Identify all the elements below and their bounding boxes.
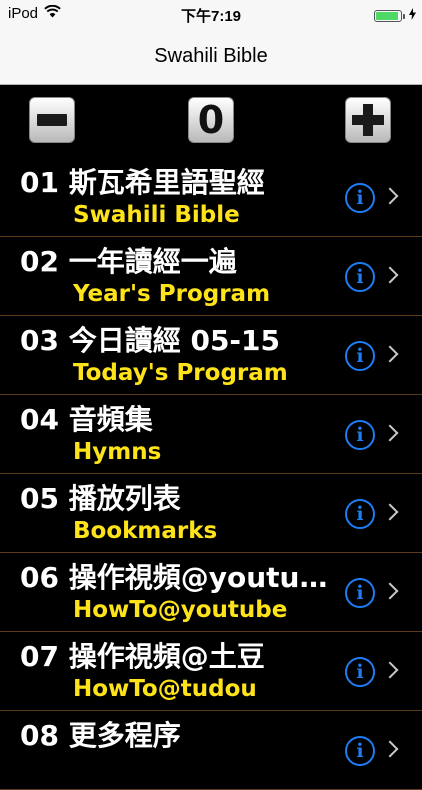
- list-item-subtitle: HowTo@tudou: [73, 676, 257, 702]
- list-item[interactable]: 02 一年讀經一遍 Year's Program i: [0, 237, 422, 316]
- list-item[interactable]: 01 斯瓦希里語聖經 Swahili Bible i: [0, 158, 422, 237]
- list-item-title: 05 播放列表: [20, 482, 181, 515]
- counter-display: 0: [188, 97, 234, 143]
- status-bar: iPod 下午7:19: [0, 0, 422, 28]
- chevron-right-icon: [381, 424, 399, 442]
- decrease-button[interactable]: [29, 97, 75, 143]
- list-item[interactable]: 03 今日讀經 05-15 Today's Program i: [0, 316, 422, 395]
- plus-icon: [352, 104, 384, 136]
- list-item-subtitle: Year's Program: [73, 281, 271, 307]
- info-icon[interactable]: i: [345, 420, 375, 450]
- chevron-right-icon: [381, 503, 399, 521]
- list-item[interactable]: 07 操作視頻@土豆 HowTo@tudou i: [0, 632, 422, 711]
- list-item-subtitle: Hymns: [73, 439, 162, 465]
- list-item-subtitle: Swahili Bible: [73, 202, 240, 228]
- list-item-title: 07 操作視頻@土豆: [20, 640, 265, 673]
- list-item-title: 08 更多程序: [20, 719, 181, 752]
- chevron-right-icon: [381, 266, 399, 284]
- list-item-title: 04 音頻集: [20, 403, 153, 436]
- list-item-title: 03 今日讀經 05-15: [20, 324, 281, 357]
- list-item-title: 06 操作視頻@youtube: [20, 561, 338, 594]
- list-item-subtitle: Today's Program: [73, 360, 288, 386]
- counter-value: 0: [197, 98, 225, 142]
- list-item-title: 02 一年讀經一遍: [20, 245, 237, 278]
- page-title: Swahili Bible: [154, 45, 268, 67]
- chevron-right-icon: [381, 661, 399, 679]
- info-icon[interactable]: i: [345, 657, 375, 687]
- chevron-right-icon: [381, 582, 399, 600]
- info-icon[interactable]: i: [345, 499, 375, 529]
- minus-icon: [37, 114, 67, 126]
- list-item-subtitle: Bookmarks: [73, 518, 218, 544]
- increase-button[interactable]: [345, 97, 391, 143]
- list-item-subtitle: HowTo@youtube: [73, 597, 288, 623]
- menu-list: 01 斯瓦希里語聖經 Swahili Bible i 02 一年讀經一遍 Yea…: [0, 158, 422, 790]
- navigation-bar: Swahili Bible: [0, 28, 422, 85]
- status-right: [374, 7, 416, 24]
- list-item[interactable]: 04 音頻集 Hymns i: [0, 395, 422, 474]
- chevron-right-icon: [381, 187, 399, 205]
- list-item-title: 01 斯瓦希里語聖經: [20, 166, 265, 199]
- list-item[interactable]: 08 更多程序 i: [0, 711, 422, 790]
- status-time: 下午7:19: [180, 8, 242, 25]
- battery-icon: [374, 9, 405, 22]
- font-size-toolbar: 0: [0, 85, 422, 163]
- list-item[interactable]: 05 播放列表 Bookmarks i: [0, 474, 422, 553]
- list-item[interactable]: 06 操作視頻@youtube HowTo@youtube i: [0, 553, 422, 632]
- info-icon[interactable]: i: [345, 183, 375, 213]
- info-icon[interactable]: i: [345, 736, 375, 766]
- info-icon[interactable]: i: [345, 262, 375, 292]
- chevron-right-icon: [381, 740, 399, 758]
- charging-bolt-icon: [409, 7, 416, 24]
- battery-level-fill: [376, 11, 398, 20]
- info-icon[interactable]: i: [345, 578, 375, 608]
- info-icon[interactable]: i: [345, 341, 375, 371]
- chevron-right-icon: [381, 345, 399, 363]
